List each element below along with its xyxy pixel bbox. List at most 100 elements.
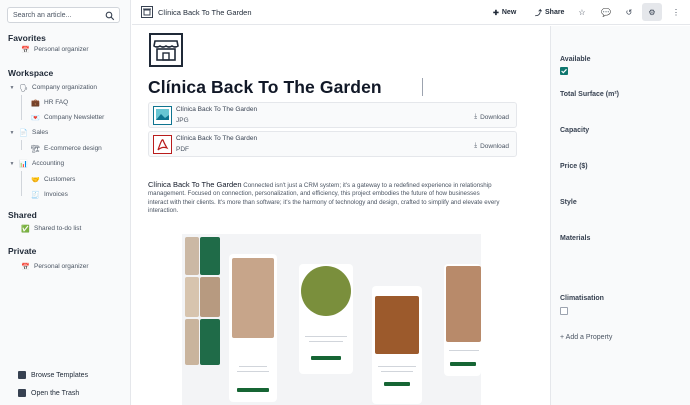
app-mockup-image [182,234,481,405]
search-icon[interactable] [105,11,115,21]
shared-heading: Shared [8,210,37,220]
mockup-photo-tile [185,319,199,365]
mockup-line [381,371,413,372]
property-price-label: Price ($) [560,163,588,170]
mockup-fritters [375,296,419,354]
sidebar-item-invoices[interactable]: 🧾 Invoices [31,189,68,200]
download-button[interactable]: ⤓ Download [474,113,509,121]
page-title[interactable]: Clínica Back To The Garden [148,77,382,98]
briefcase-icon: 💼 [31,99,40,107]
file-name: Clínica Back To The Garden [176,106,258,113]
sidebar: Search an article... Favorites 📅 Persona… [0,0,131,405]
properties-panel: Available Total Surface (m²) Capacity Pr… [550,26,690,405]
file-type: PDF [176,146,189,153]
document-body: Clínica Back To The Garden Clínica Back … [132,26,550,405]
mockup-photo-tile [200,277,220,317]
search-input[interactable]: Search an article... [7,7,120,23]
chevron-down-icon[interactable]: ▼ [9,85,15,91]
sidebar-item-customers[interactable]: 🤝 Customers [31,174,75,185]
mockup-photo-tile [185,277,199,317]
property-materials-label: Materials [560,235,591,242]
sidebar-item-accounting[interactable]: ▼ 📊 Accounting [9,158,65,169]
star-icon[interactable]: ☆ [576,6,588,18]
history-icon[interactable]: ↺ [623,6,635,18]
mockup-line [378,366,416,367]
sidebar-item-private-personal-organizer[interactable]: 📅 Personal organizer [21,261,88,272]
checkmark-icon [561,68,567,74]
settings-icon[interactable]: ⚙ [646,6,658,18]
pdf-file-icon [153,135,172,154]
breadcrumb-title: Clínica Back To The Garden [158,8,252,17]
document-icon: 📄 [19,129,28,137]
sidebar-item-company-organization[interactable]: ▼ 🗣 Company organization [9,82,98,93]
mockup-portrait [446,266,481,342]
browse-templates-button[interactable]: Browse Templates [18,369,88,381]
sidebar-item-personal-organizer[interactable]: 📅 Personal organizer [21,44,88,55]
comments-icon[interactable]: 💬 [600,6,612,18]
storefront-icon [141,6,153,18]
plus-icon: ✚ [493,9,499,17]
sidebar-item-hr-faq[interactable]: 💼 HR FAQ [31,97,68,108]
download-icon: ⤓ [474,113,478,120]
check-icon: ✅ [21,225,30,233]
description-paragraph[interactable]: Clínica Back To The Garden Connected isn… [148,180,500,216]
file-name: Clínica Back To The Garden [176,135,258,142]
image-icon [18,371,26,379]
file-attachment-jpg[interactable]: Clínica Back To The Garden JPG ⤓ Download [148,102,517,128]
mockup-green-tile [200,237,220,275]
mockup-button [384,382,410,386]
storefront-icon [149,33,183,67]
property-capacity-label: Capacity [560,127,590,134]
available-checkbox[interactable] [560,67,568,75]
mockup-photo-tile [185,237,199,275]
climatisation-checkbox[interactable] [560,307,568,315]
file-type: JPG [176,117,189,124]
private-heading: Private [8,246,37,256]
file-attachment-pdf[interactable]: Clínica Back To The Garden PDF ⤓ Download [148,131,517,157]
property-available-label: Available [560,56,591,63]
workspace-heading: Workspace [8,68,54,78]
sidebar-item-e-commerce-design[interactable]: 🏗 E-commerce design [31,143,102,154]
add-property-button[interactable]: + Add a Property [560,334,612,341]
topbar: Clínica Back To The Garden ✚ New ⤴ Share… [132,0,690,25]
mockup-button [450,362,476,366]
chevron-down-icon[interactable]: ▼ [9,161,15,167]
mockup-line [237,371,269,372]
receipt-icon: 🧾 [31,191,40,199]
tree-line [21,140,22,150]
download-button[interactable]: ⤓ Download [474,142,509,150]
mockup-phone [444,264,481,376]
mockup-green-tile [200,319,220,365]
tree-line [21,95,22,120]
mockup-phone [229,254,277,402]
share-icon: ⤴ [535,9,542,17]
new-button[interactable]: ✚ New [493,7,516,18]
mockup-phone [372,286,422,404]
open-trash-button[interactable]: Open the Trash [18,387,79,399]
builder-icon: 🏗 [31,145,40,153]
mockup-line [449,350,479,351]
download-icon: ⤓ [474,142,478,149]
chevron-down-icon[interactable]: ▼ [9,130,15,136]
tree-line [21,171,22,196]
mockup-button [237,388,269,392]
mockup-line [239,366,267,367]
sidebar-item-company-newsletter[interactable]: 💌 Company Newsletter [31,112,104,123]
mockup-portrait [232,258,274,338]
property-style-label: Style [560,199,577,206]
calendar-icon: 📅 [21,263,30,271]
mockup-line [309,341,343,342]
favorites-heading: Favorites [8,33,46,43]
image-file-icon [153,106,172,125]
search-placeholder: Search an article... [13,12,72,19]
mockup-phone [299,264,353,374]
paragraph-lead: Clínica Back To The Garden [148,180,242,189]
share-button[interactable]: ⤴ Share [535,7,564,18]
envelope-icon: 💌 [31,114,40,122]
sidebar-item-shared-to-do-list[interactable]: ✅ Shared to-do list [21,223,81,234]
calendar-icon: 📅 [21,46,30,54]
sidebar-item-sales[interactable]: ▼ 📄 Sales [9,127,49,138]
handshake-icon: 🤝 [31,176,40,184]
more-options-icon[interactable]: ⋮ [670,6,682,18]
mockup-button [311,356,341,360]
